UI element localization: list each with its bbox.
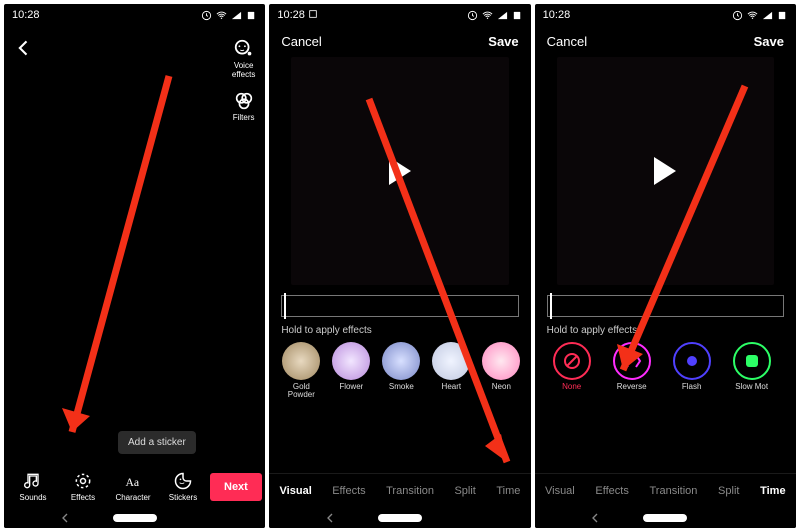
effect-thumb[interactable]: Gold Powder: [279, 342, 323, 399]
effect-thumbnails: None Reverse Flash Slow Mot: [535, 342, 796, 399]
nav-back-icon[interactable]: [57, 510, 73, 526]
effect-tabs: Visual Effects Transition Split Time: [269, 473, 530, 508]
effect-thumb-label: Gold Powder: [288, 383, 315, 399]
time-effect-label: Slow Mot: [735, 383, 768, 399]
effect-thumb-label: Neon: [492, 383, 511, 399]
voice-effects-button[interactable]: Voice effects: [232, 38, 255, 80]
nav-home-icon[interactable]: [643, 514, 687, 522]
effect-thumb-image: [482, 342, 520, 380]
timeline[interactable]: [547, 295, 784, 317]
effect-thumb-label: Smoke: [389, 383, 414, 399]
effect-thumb[interactable]: Smoke: [379, 342, 423, 399]
voice-effects-icon: [233, 38, 255, 60]
sounds-icon: [23, 471, 43, 491]
tab-time[interactable]: Time: [496, 485, 520, 497]
time-effect-thumb[interactable]: Flash: [665, 342, 719, 399]
time-effect-label: Flash: [682, 383, 702, 399]
hold-hint: Hold to apply effects: [281, 325, 518, 336]
tab-visual[interactable]: Visual: [280, 485, 312, 497]
effect-thumb-image: [332, 342, 370, 380]
effect-thumb-image: [432, 342, 470, 380]
none-icon: [553, 342, 591, 380]
nav-home-icon[interactable]: [113, 514, 157, 522]
tab-split[interactable]: Split: [718, 485, 739, 497]
time-effect-label: Reverse: [617, 383, 647, 399]
android-navbar: [4, 508, 265, 528]
timeline-cursor[interactable]: [284, 293, 286, 319]
android-navbar: [535, 508, 796, 528]
play-icon: [654, 157, 676, 185]
filters-icon: [233, 90, 255, 112]
effect-tabs: Visual Effects Transition Split Time: [535, 473, 796, 508]
nav-home-icon[interactable]: [378, 514, 422, 522]
status-time: 10:28: [277, 9, 318, 21]
sticker-tooltip: Add a sticker: [118, 431, 196, 454]
nav-back-icon[interactable]: [587, 510, 603, 526]
android-navbar: [269, 508, 530, 528]
status-icons: [467, 10, 523, 21]
time-effect-thumb[interactable]: Reverse: [605, 342, 659, 399]
tab-time[interactable]: Time: [760, 485, 785, 497]
timeline-cursor[interactable]: [550, 293, 552, 319]
next-button[interactable]: Next: [210, 473, 262, 501]
cancel-button[interactable]: Cancel: [547, 34, 587, 49]
flash-icon: [673, 342, 711, 380]
video-preview[interactable]: [291, 57, 508, 285]
play-icon: [389, 157, 411, 185]
sounds-button[interactable]: Sounds: [10, 471, 56, 502]
effect-thumbnails: Gold Powder Flower Smoke Heart Neon Rainbow: [269, 342, 530, 399]
back-icon[interactable]: [14, 38, 34, 58]
character-icon: Aa: [123, 471, 143, 491]
status-bar: 10:28: [535, 4, 796, 26]
effects-icon: [73, 471, 93, 491]
tab-effects[interactable]: Effects: [332, 485, 365, 497]
stickers-button[interactable]: Stickers: [160, 471, 206, 502]
effect-thumb[interactable]: Heart: [429, 342, 473, 399]
slow-icon: [733, 342, 771, 380]
status-time: 10:28: [12, 9, 40, 21]
time-effect-thumb[interactable]: Slow Mot: [725, 342, 779, 399]
status-icons: [732, 10, 788, 21]
save-button[interactable]: Save: [488, 34, 518, 49]
effect-thumb-label: Flower: [339, 383, 363, 399]
svg-text:Aa: Aa: [126, 476, 140, 489]
video-preview[interactable]: [557, 57, 774, 285]
status-bar: 10:28: [4, 4, 265, 26]
effect-thumb-label: Heart: [442, 383, 462, 399]
character-button[interactable]: Aa Character: [110, 471, 156, 502]
status-time: 10:28: [543, 9, 571, 21]
effect-thumb-image: [382, 342, 420, 380]
tab-visual[interactable]: Visual: [545, 485, 575, 497]
effect-thumb[interactable]: Rainbow: [529, 342, 530, 399]
effect-thumb[interactable]: Flower: [329, 342, 373, 399]
screen-time-effects: 10:28 Cancel Save Hold to apply effects …: [535, 4, 796, 528]
tab-effects[interactable]: Effects: [595, 485, 628, 497]
effect-thumb[interactable]: Neon: [479, 342, 523, 399]
hold-hint: Hold to apply effects: [547, 325, 784, 336]
status-bar: 10:28: [269, 4, 530, 26]
stickers-icon: [173, 471, 193, 491]
filters-button[interactable]: Filters: [233, 90, 255, 123]
timeline[interactable]: [281, 295, 518, 317]
time-effect-label: None: [562, 383, 581, 399]
effect-thumb-image: [282, 342, 320, 380]
reverse-icon: [613, 342, 651, 380]
time-effect-thumb[interactable]: None: [545, 342, 599, 399]
save-button[interactable]: Save: [754, 34, 784, 49]
cancel-button[interactable]: Cancel: [281, 34, 321, 49]
tab-transition[interactable]: Transition: [386, 485, 434, 497]
screen-visual-effects: 10:28 Cancel Save Hold to apply effects …: [269, 4, 530, 528]
screen-editor-main: 10:28 Voice effects Filters Add a sticke…: [4, 4, 265, 528]
tab-transition[interactable]: Transition: [650, 485, 698, 497]
effects-button[interactable]: Effects: [60, 471, 106, 502]
status-icons: [201, 10, 257, 21]
tab-split[interactable]: Split: [454, 485, 475, 497]
nav-back-icon[interactable]: [322, 510, 338, 526]
